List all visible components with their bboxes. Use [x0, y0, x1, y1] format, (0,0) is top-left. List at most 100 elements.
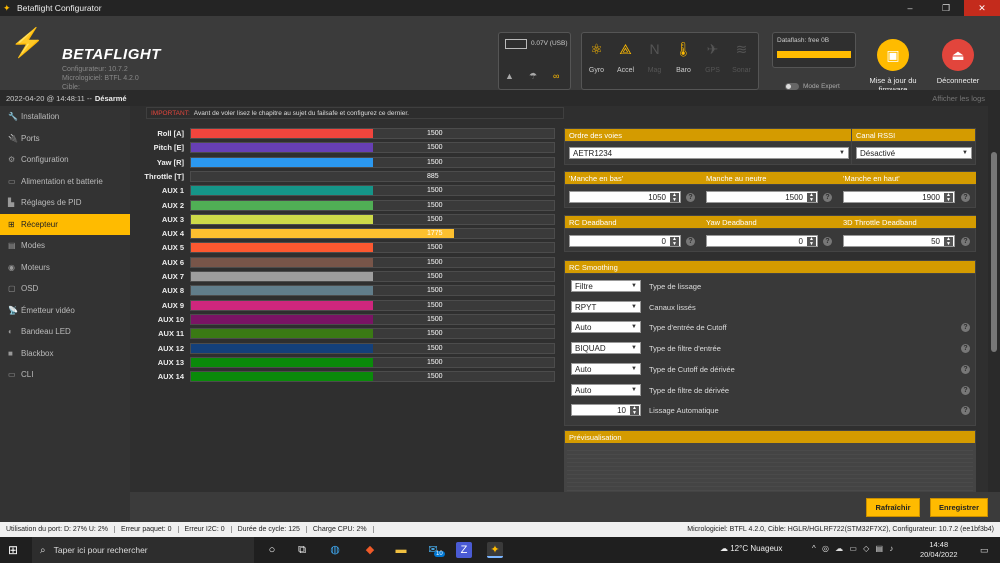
firmware-info: Micrologiciel: BTFL 4.2.0, Cible: HGLR/H… — [687, 526, 994, 533]
spinner-icon[interactable]: ▲ ▼ — [807, 237, 816, 246]
rc-smoothing-row: RPYT ▼ Canaux lissés — [571, 300, 975, 315]
rc-deadband-input[interactable]: 0 ▲ ▼ — [569, 235, 681, 247]
betaflight-taskbar-icon[interactable]: ✦ — [487, 542, 503, 558]
system-tray-icons[interactable]: ^ ◎ ☁ ▭ ◇ ▤ ♪ — [812, 544, 895, 553]
smoothing-select[interactable]: RPYT ▼ — [571, 300, 641, 313]
channel-map-input[interactable]: AETR1234 ▼ — [569, 147, 849, 159]
spinner-icon[interactable]: ▲ ▼ — [670, 237, 679, 246]
smoothing-select[interactable]: Filtre ▼ — [571, 280, 641, 292]
smoothing-select[interactable]: Auto ▼ — [571, 321, 641, 334]
app-icon[interactable]: Z — [456, 542, 472, 558]
help-icon[interactable]: ? — [961, 406, 970, 416]
spinner-icon[interactable]: ▲ ▼ — [670, 193, 679, 202]
channel-label: AUX 3 — [161, 214, 184, 224]
deadband-panel: RC Deadband Yaw Deadband 3D Throttle Dea… — [564, 215, 976, 252]
sidebar-item-receiver[interactable]: ⊞ Récepteur — [0, 213, 130, 235]
show-logs-link[interactable]: Afficher les logs — [932, 94, 985, 103]
spinner-icon[interactable]: ▲ ▼ — [630, 406, 639, 416]
bee-logo-icon: ⚡ — [10, 27, 45, 58]
sidebar-item-configuration[interactable]: ⚙ Configuration — [0, 149, 130, 171]
smoothing-select[interactable]: Auto ▼ — [571, 383, 641, 396]
stick-high-input[interactable]: 1900 ▲ ▼ — [843, 191, 955, 203]
maximize-button[interactable]: ❐ — [928, 0, 964, 16]
stick-center-title: Manche au neutre — [702, 172, 839, 185]
disconnect-button[interactable]: ⏏ Déconnecter — [930, 39, 986, 85]
taskbar-search[interactable]: ⌕ Taper ici pour rechercher — [32, 537, 254, 563]
help-icon[interactable]: ? — [686, 193, 695, 202]
sidebar-item-cli[interactable]: ▭ CLI — [0, 364, 130, 386]
stick-low-input[interactable]: 1050 ▲ ▼ — [569, 191, 681, 203]
stick-center-input[interactable]: 1500 ▲ ▼ — [706, 191, 818, 203]
i2c-error: Erreur I2C: 0 — [185, 526, 232, 533]
help-icon[interactable]: ? — [961, 344, 970, 354]
sidebar-item-label: Bandeau LED — [21, 327, 71, 337]
smoothing-value: Filtre — [575, 282, 593, 291]
sidebar-item-vtx[interactable]: 📡 Émetteur vidéo — [0, 300, 130, 322]
smoothing-number-input[interactable]: 10 ▲ ▼ — [571, 404, 641, 417]
toggle-switch[interactable] — [785, 83, 799, 90]
channel-row: AUX 3 1500 — [130, 213, 560, 225]
update-firmware-button[interactable]: ▣ Mise à jour du firmware — [862, 39, 924, 94]
file-explorer-icon[interactable]: ▬ — [393, 542, 409, 558]
rssi-channel-select[interactable]: Désactivé ▼ — [856, 147, 972, 159]
close-window-button[interactable]: ✕ — [964, 0, 1000, 16]
channel-row: Pitch [E] 1500 — [130, 142, 560, 154]
content-scrollbar[interactable] — [988, 106, 1000, 492]
refresh-button[interactable]: Rafraîchir — [866, 498, 920, 517]
window-controls: – ❐ ✕ — [892, 0, 1000, 16]
save-button[interactable]: Enregistrer — [930, 498, 988, 517]
channel-fill — [191, 286, 373, 296]
help-icon[interactable]: ? — [686, 237, 695, 246]
sidebar-item-pid[interactable]: ▙ Réglages de PID — [0, 192, 130, 214]
scrollbar-thumb[interactable] — [991, 152, 997, 352]
sidebar-item-power[interactable]: ▭ Alimentation et batterie — [0, 171, 130, 193]
expert-mode-toggle[interactable]: Mode Expert — [785, 83, 840, 90]
minimize-button[interactable]: – — [892, 0, 928, 16]
help-icon[interactable]: ? — [961, 237, 970, 246]
help-icon[interactable]: ? — [961, 193, 970, 202]
channel-fill — [191, 272, 373, 281]
sidebar-item-label: Modes — [21, 241, 46, 251]
chevron-down-icon: ▼ — [631, 283, 637, 289]
throttle-deadband-input[interactable]: 50 ▲ ▼ — [843, 235, 955, 247]
windows-start-icon[interactable]: ⊞ — [8, 543, 28, 557]
sensor-gps: ✈ GPS — [698, 33, 727, 89]
channel-fill — [191, 214, 373, 224]
taskbar-clock[interactable]: 14:48 20/04/2022 — [920, 540, 958, 560]
sidebar-item-motors[interactable]: ◉ Moteurs — [0, 257, 130, 279]
notification-icon[interactable]: ▭ — [980, 545, 989, 556]
smoothing-select[interactable]: Auto ▼ — [571, 362, 641, 375]
brave-icon[interactable]: ◆ — [362, 542, 378, 558]
rc-smoothing-row: 10 ▲ ▼ Lissage Automatique? — [571, 404, 975, 418]
help-icon[interactable]: ? — [961, 323, 970, 333]
weather-widget[interactable]: ☁ 12°C Nuageux — [720, 544, 782, 553]
help-icon[interactable]: ? — [823, 193, 832, 202]
mail-badge: 10 — [434, 551, 445, 557]
channel-row: AUX 7 1500 — [130, 271, 560, 282]
help-icon[interactable]: ? — [961, 364, 970, 374]
sidebar-item-blackbox[interactable]: ■ Blackbox — [0, 343, 130, 365]
channel-fill — [191, 314, 373, 324]
smoothing-value: Auto — [575, 323, 592, 333]
dataflash-status: Dataflash: free 0B — [772, 32, 856, 68]
smoothing-select[interactable]: BIQUAD ▼ — [571, 342, 641, 355]
help-icon[interactable]: ? — [823, 237, 832, 246]
cli-icon: ▭ — [8, 370, 16, 380]
edge-icon[interactable]: ◍ — [327, 542, 343, 558]
spinner-icon[interactable]: ▲ ▼ — [807, 193, 816, 202]
yaw-deadband-input[interactable]: 0 ▲ ▼ — [706, 235, 818, 247]
cortana-icon[interactable]: ○ — [264, 542, 280, 558]
help-icon[interactable]: ? — [961, 385, 970, 395]
sidebar-item-osd[interactable]: ▢ OSD — [0, 278, 130, 300]
channel-label: AUX 11 — [158, 329, 184, 339]
sidebar-item-modes[interactable]: ▤ Modes — [0, 235, 130, 257]
channel-track: 1500 — [190, 242, 555, 254]
spinner-icon[interactable]: ▲ ▼ — [944, 237, 953, 246]
sidebar-item-ports[interactable]: 🔌 Ports — [0, 128, 130, 150]
sidebar-item-installation[interactable]: 🔧 Installation — [0, 106, 130, 128]
app-window: ✦ Betaflight Configurator – ❐ ✕ ⚡ BETAFL… — [0, 0, 1000, 563]
throttle-deadband-title: 3D Throttle Deadband — [839, 216, 976, 229]
spinner-icon[interactable]: ▲ ▼ — [944, 193, 953, 202]
sidebar-item-led[interactable]: ◐ Bandeau LED — [0, 321, 130, 343]
task-view-icon[interactable]: ⧉ — [294, 542, 310, 558]
